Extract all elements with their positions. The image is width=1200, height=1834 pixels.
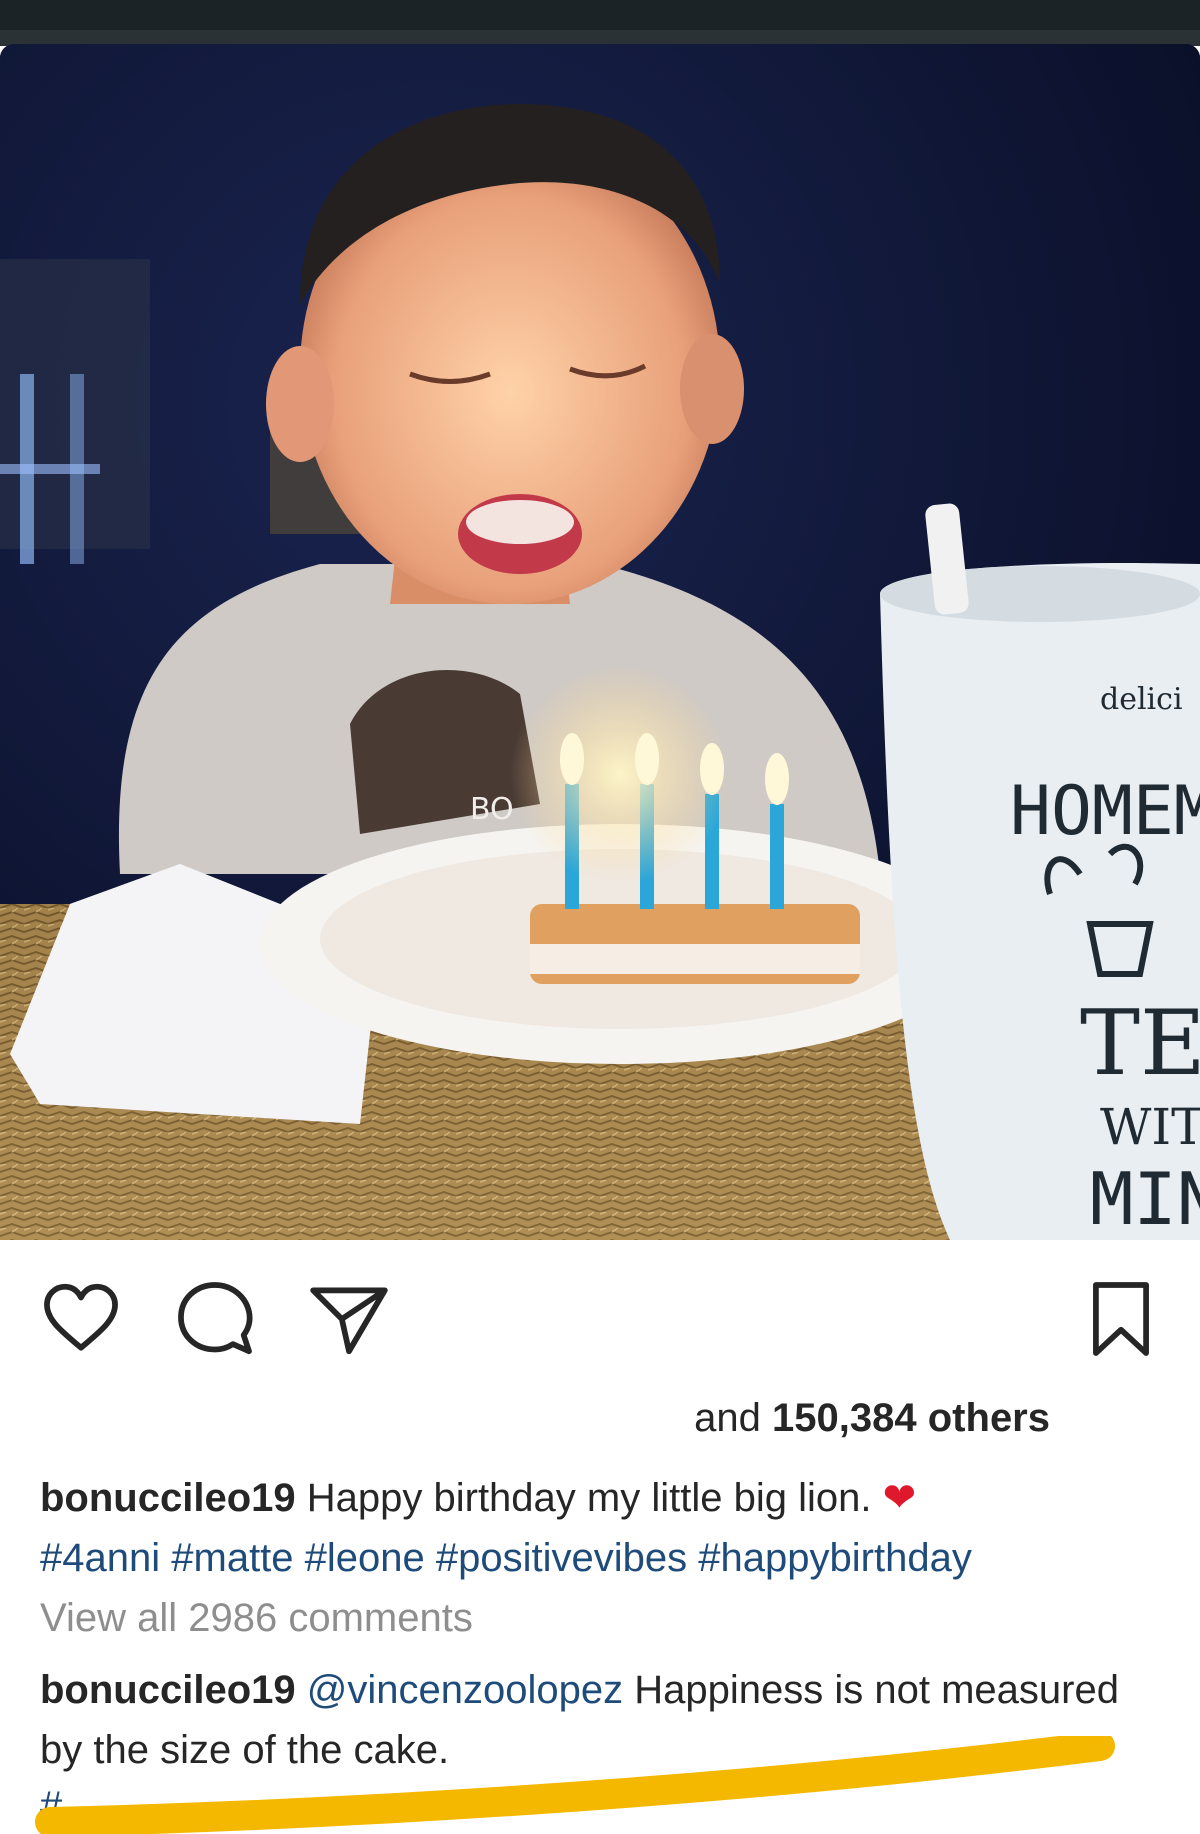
truncated-hashtag-line: # [40, 1784, 63, 1828]
comment-username[interactable]: bonuccileo19 [40, 1668, 296, 1712]
heart-outline-icon [44, 1283, 118, 1351]
bookmark-icon [1093, 1282, 1149, 1356]
mug-text-3: TE [1080, 991, 1200, 1096]
mug-text-4: WIT [1100, 1098, 1200, 1156]
hashtag-link[interactable]: #happybirthday [698, 1536, 972, 1580]
likes-prefix: and [694, 1396, 761, 1440]
comment-item: bonuccileo19 @vincenzoolopez Happiness i… [40, 1660, 1150, 1780]
birthday-photo-illustration: BO delici HOMEM TE WIT MIN [0, 44, 1200, 1240]
mug-text-5: MIN [1090, 1157, 1200, 1240]
post-photo[interactable]: BO delici HOMEM TE WIT MIN [0, 44, 1200, 1240]
caption-text: Happy birthday my little big lion. [306, 1476, 872, 1520]
like-button[interactable] [38, 1276, 124, 1362]
hashtag-link[interactable]: #leone [305, 1536, 425, 1580]
post-caption: bonuccileo19 Happy birthday my little bi… [40, 1468, 1170, 1588]
likes-count: 150,384 others [772, 1396, 1050, 1440]
save-button[interactable] [1078, 1276, 1164, 1362]
likes-summary[interactable]: and 150,384 others [0, 1396, 1050, 1441]
comment-button[interactable] [172, 1276, 258, 1362]
shirt-print-text: BO [470, 792, 514, 827]
red-heart-emoji: ❤ [882, 1476, 917, 1520]
comment-mention-link[interactable]: @vincenzoolopez [307, 1668, 623, 1712]
caption-username[interactable]: bonuccileo19 [40, 1476, 296, 1520]
hashtag-link[interactable]: #positivevibes [436, 1536, 687, 1580]
paper-plane-icon [310, 1287, 388, 1355]
view-all-comments-link[interactable]: View all 2986 comments [40, 1596, 473, 1641]
mug-text-2: HOMEM [1010, 772, 1200, 851]
hashtag-link[interactable]: #matte [171, 1536, 293, 1580]
speech-bubble-icon [178, 1282, 253, 1355]
mug-text-1: delici [1100, 682, 1183, 717]
hashtag-link[interactable]: #4anni [40, 1536, 160, 1580]
share-button[interactable] [306, 1276, 392, 1362]
